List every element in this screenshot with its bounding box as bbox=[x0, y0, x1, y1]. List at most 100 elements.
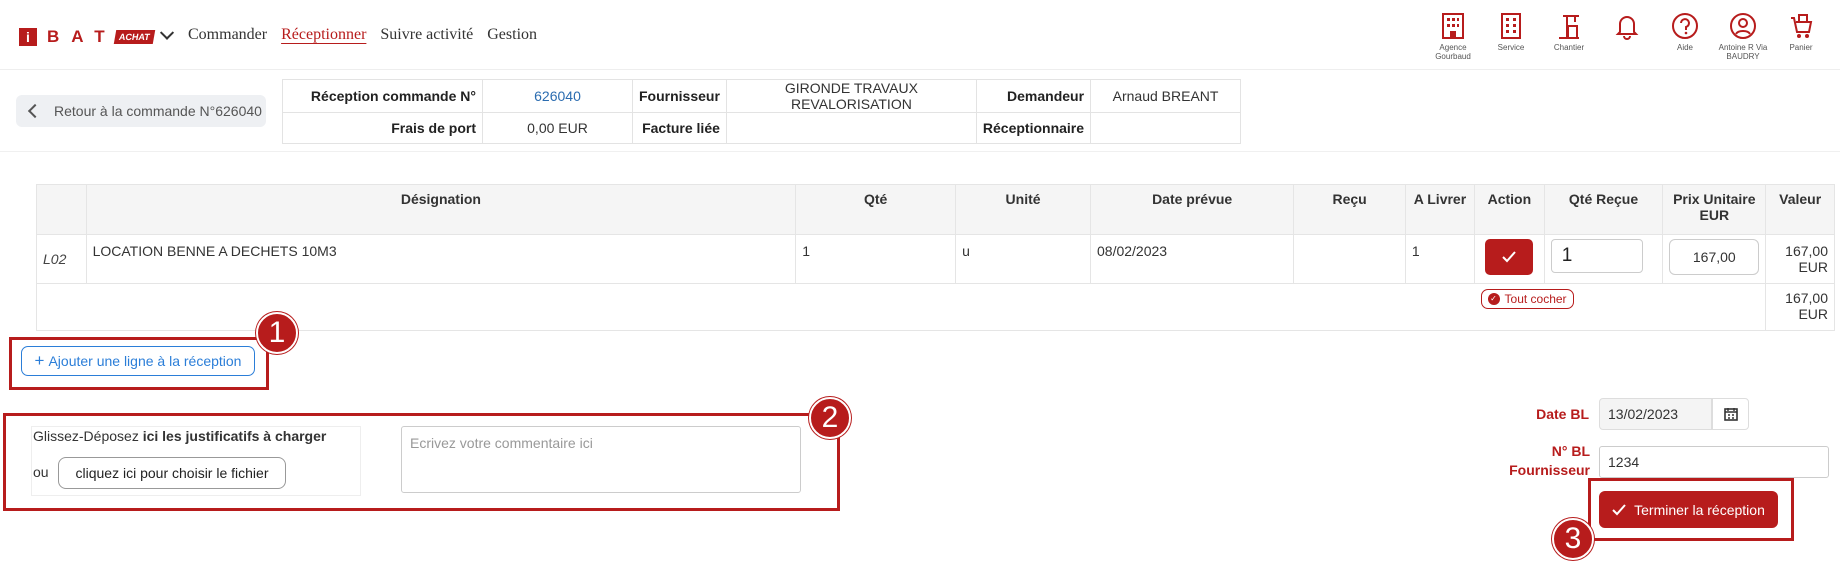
finish-reception-label: Terminer la réception bbox=[1634, 501, 1765, 518]
drop-zone-or: ou bbox=[33, 464, 49, 480]
help-icon bbox=[1672, 13, 1698, 39]
drop-zone-text-prefix: Glissez-Déposez bbox=[33, 428, 143, 444]
facture-liee-value bbox=[725, 112, 977, 144]
back-to-order-button[interactable]: Retour à la commande N°626040 bbox=[16, 95, 266, 127]
nav-icons: Agence Gourbaud Service Chantier Aide An… bbox=[1424, 12, 1830, 61]
line-code: L02 bbox=[36, 234, 87, 284]
nav-user[interactable]: Antoine R Via BAUDRY bbox=[1714, 12, 1772, 61]
a-livrer-cell: 1 bbox=[1404, 234, 1476, 284]
divider bbox=[0, 151, 1840, 152]
logo-badge: ACHAT bbox=[113, 30, 155, 44]
menu-suivre-activite[interactable]: Suivre activité bbox=[380, 26, 473, 44]
prix-unitaire-cell: 167,00 bbox=[1662, 234, 1767, 284]
demandeur-value: Arnaud BREANT bbox=[1090, 79, 1242, 113]
col-header-prix-unitaire: Prix Unitaire EUR bbox=[1662, 184, 1767, 235]
choose-file-button[interactable]: cliquez ici pour choisir le fichier bbox=[58, 457, 286, 489]
nav-agence-label: Agence Gourbaud bbox=[1435, 43, 1471, 61]
add-line-label: Ajouter une ligne à la réception bbox=[48, 353, 242, 369]
col-header-qte-recue: Qté Reçue bbox=[1543, 184, 1664, 235]
nav-panier[interactable]: Panier bbox=[1772, 12, 1830, 61]
annotation-number-2: 2 bbox=[809, 397, 851, 439]
date-prevue-cell: 08/02/2023 bbox=[1089, 234, 1295, 284]
chevron-left-icon bbox=[27, 103, 43, 119]
total-row-spacer bbox=[35, 283, 1475, 331]
nav-panier-label: Panier bbox=[1789, 43, 1813, 52]
bl-fournisseur-label: N° BL Fournisseur bbox=[1509, 443, 1590, 478]
comment-textarea[interactable]: Ecrivez votre commentaire ici bbox=[401, 426, 801, 493]
action-cell bbox=[1474, 234, 1545, 284]
calendar-icon bbox=[1723, 408, 1738, 421]
unite-cell: u bbox=[955, 234, 1091, 284]
annotation-number-1: 1 bbox=[256, 312, 298, 354]
bell-icon bbox=[1615, 16, 1639, 40]
check-icon bbox=[1612, 503, 1626, 515]
total-value: 167,00 EUR bbox=[1765, 283, 1835, 331]
fournisseur-value: GIRONDE TRAVAUX REVALORISATION bbox=[725, 79, 977, 113]
prix-unitaire-input[interactable]: 167,00 bbox=[1669, 239, 1760, 275]
crane-icon bbox=[1559, 15, 1579, 39]
calendar-button[interactable] bbox=[1712, 398, 1749, 430]
nav-user-label: Antoine R Via BAUDRY bbox=[1718, 43, 1768, 61]
back-button-label: Retour à la commande N°626040 bbox=[54, 103, 262, 119]
reception-info-table: Réception commande N° 626040 Fournisseur… bbox=[282, 79, 1242, 144]
tout-cocher-button[interactable]: ✓ Tout cocher bbox=[1480, 288, 1574, 309]
frais-de-port-label: Frais de port bbox=[282, 112, 483, 144]
nav-service-label: Service bbox=[1497, 43, 1525, 52]
col-header-code bbox=[36, 184, 87, 235]
main-menu: Commander Réceptionner Suivre activité G… bbox=[188, 26, 537, 44]
receptionnaire-value bbox=[1090, 112, 1242, 144]
col-header-date-prevue: Date prévue bbox=[1089, 184, 1295, 235]
add-reception-line-button[interactable]: + Ajouter une ligne à la réception bbox=[21, 346, 255, 376]
nav-aide-label: Aide bbox=[1676, 43, 1693, 52]
qte-cell: 1 bbox=[795, 234, 957, 284]
office-icon bbox=[1501, 13, 1521, 39]
col-header-valeur: Valeur bbox=[1765, 184, 1835, 235]
menu-gestion[interactable]: Gestion bbox=[487, 26, 537, 44]
check-circle-icon: ✓ bbox=[1487, 292, 1500, 305]
menu-commander[interactable]: Commander bbox=[188, 26, 267, 44]
qte-recue-cell: 1 bbox=[1543, 234, 1664, 284]
date-bl-input[interactable]: 13/02/2023 bbox=[1599, 398, 1712, 430]
col-header-qte: Qté bbox=[795, 184, 957, 235]
reception-number-value[interactable]: 626040 bbox=[482, 79, 633, 113]
drop-zone-text-bold: ici les justificatifs à charger bbox=[142, 428, 327, 444]
top-navigation: i BAT ACHAT Commander Réceptionner Suivr… bbox=[0, 0, 1840, 70]
menu-receptionner[interactable]: Réceptionner bbox=[281, 26, 366, 44]
col-header-recu: Reçu bbox=[1293, 184, 1406, 235]
nav-agence[interactable]: Agence Gourbaud bbox=[1424, 12, 1482, 61]
check-icon bbox=[1502, 251, 1517, 263]
nav-aide[interactable]: Aide bbox=[1656, 12, 1714, 61]
reception-number-label: Réception commande N° bbox=[282, 79, 483, 113]
finish-reception-button[interactable]: Terminer la réception bbox=[1599, 491, 1778, 528]
building-icon bbox=[1442, 13, 1464, 39]
nav-chantier-label: Chantier bbox=[1553, 43, 1585, 52]
tout-cocher-cell: ✓ Tout cocher bbox=[1474, 283, 1767, 331]
plus-icon: + bbox=[34, 351, 45, 370]
fournisseur-label: Fournisseur bbox=[632, 79, 727, 113]
nav-chantier[interactable]: Chantier bbox=[1540, 12, 1598, 61]
table-row: L02 LOCATION BENNE A DECHETS 10M3 1 u 08… bbox=[36, 234, 1835, 284]
app-logo[interactable]: i BAT ACHAT bbox=[19, 25, 174, 47]
demandeur-label: Demandeur bbox=[975, 79, 1092, 113]
date-bl-label: Date BL bbox=[1536, 406, 1589, 422]
col-header-a-livrer: A Livrer bbox=[1404, 184, 1476, 235]
chevron-down-icon[interactable] bbox=[159, 25, 174, 40]
col-header-designation: Désignation bbox=[85, 184, 797, 235]
nav-notifications[interactable] bbox=[1598, 12, 1656, 61]
drop-zone-text: Glissez-Déposez ici les justificatifs à … bbox=[33, 428, 326, 444]
user-icon bbox=[1730, 13, 1756, 39]
valeur-cell: 167,00 EUR bbox=[1765, 234, 1835, 284]
table-total-row: ✓ Tout cocher 167,00 EUR bbox=[35, 283, 1835, 331]
receptionnaire-label: Réceptionnaire bbox=[975, 112, 1092, 144]
col-header-action: Action bbox=[1474, 184, 1545, 235]
logo-i-mark: i bbox=[19, 28, 37, 46]
cart-icon bbox=[1791, 14, 1813, 38]
validate-line-button[interactable] bbox=[1485, 239, 1534, 275]
nav-service[interactable]: Service bbox=[1482, 12, 1540, 61]
file-drop-zone[interactable]: Glissez-Déposez ici les justificatifs à … bbox=[31, 426, 361, 496]
logo-text: BAT bbox=[47, 27, 117, 46]
bl-fournisseur-input[interactable]: 1234 bbox=[1599, 446, 1829, 478]
qte-recue-input[interactable]: 1 bbox=[1550, 239, 1643, 273]
recu-cell bbox=[1293, 234, 1406, 284]
annotation-number-3: 3 bbox=[1552, 518, 1594, 560]
